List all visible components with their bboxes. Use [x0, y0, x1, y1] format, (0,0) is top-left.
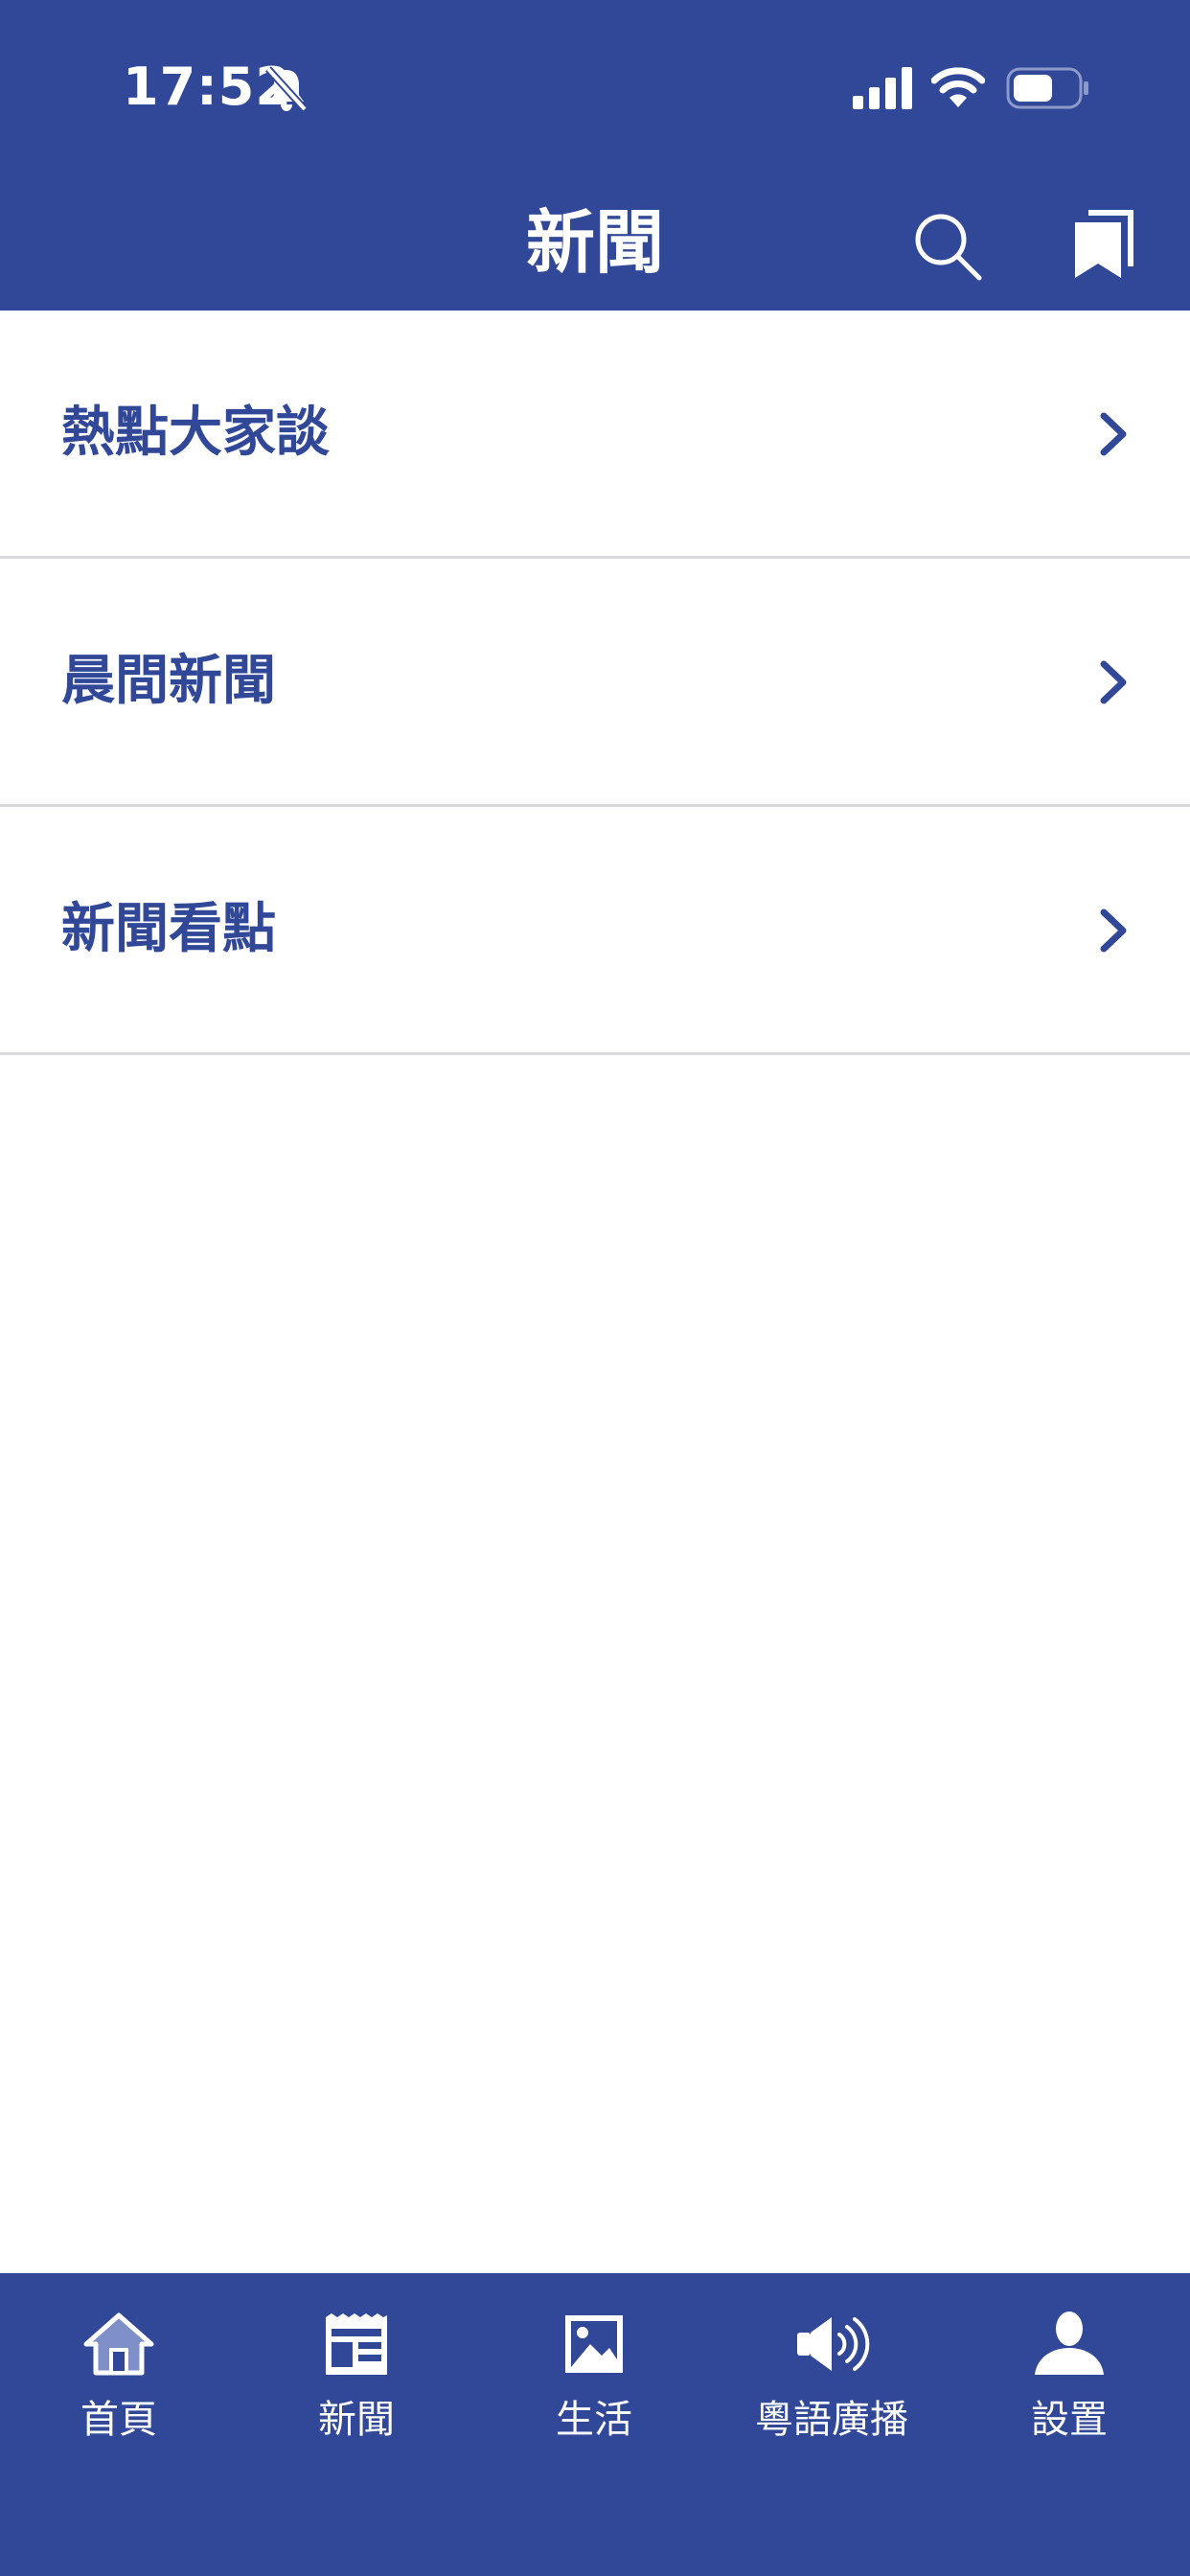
menu-item-label: 晨間新聞 — [61, 650, 276, 712]
tab-home[interactable]: 首頁 — [0, 2273, 238, 2455]
speaker-icon — [797, 2317, 870, 2371]
header: 17:52 新聞 — [0, 0, 1190, 310]
home-icon — [83, 2312, 154, 2376]
tab-label: 設置 — [1031, 2398, 1108, 2442]
bell-slash-icon — [265, 66, 308, 112]
chevron-right-icon — [1100, 412, 1127, 456]
tab-news[interactable]: 新聞 — [238, 2273, 475, 2455]
tab-bar: 首頁 新聞 生活 粵語廣播 設置 — [0, 2273, 1190, 2576]
menu-item-label: 新聞看點 — [61, 898, 276, 960]
wifi-icon — [931, 67, 985, 107]
battery-icon — [1006, 67, 1088, 109]
news-category-list: 熱點大家談 晨間新聞 新聞看點 — [0, 310, 1190, 1055]
menu-item-morning-news[interactable]: 晨間新聞 — [0, 559, 1190, 807]
tab-label: 首頁 — [80, 2398, 157, 2442]
page-title: 新聞 — [525, 202, 664, 283]
picture-icon — [565, 2315, 623, 2373]
bookmark-button[interactable] — [1073, 209, 1134, 282]
bookmark-icon — [1075, 210, 1133, 278]
tab-label: 生活 — [556, 2398, 632, 2442]
menu-item-label: 熱點大家談 — [61, 402, 330, 464]
search-icon — [915, 214, 982, 281]
menu-item-hot-topics[interactable]: 熱點大家談 — [0, 310, 1190, 559]
status-bar: 17:52 — [0, 0, 1190, 172]
chevron-right-icon — [1100, 660, 1127, 704]
cellular-signal-icon — [853, 67, 912, 109]
tab-lifestyle[interactable]: 生活 — [475, 2273, 713, 2455]
tab-settings[interactable]: 設置 — [950, 2273, 1188, 2455]
tab-label: 粵語廣播 — [755, 2398, 908, 2442]
tab-label: 新聞 — [318, 2398, 395, 2442]
user-icon — [1035, 2312, 1104, 2375]
menu-item-news-highlights[interactable]: 新聞看點 — [0, 807, 1190, 1055]
newspaper-icon — [326, 2313, 387, 2375]
search-button[interactable] — [910, 209, 987, 286]
tab-cantonese-radio[interactable]: 粵語廣播 — [713, 2273, 950, 2455]
chevron-right-icon — [1100, 908, 1127, 953]
